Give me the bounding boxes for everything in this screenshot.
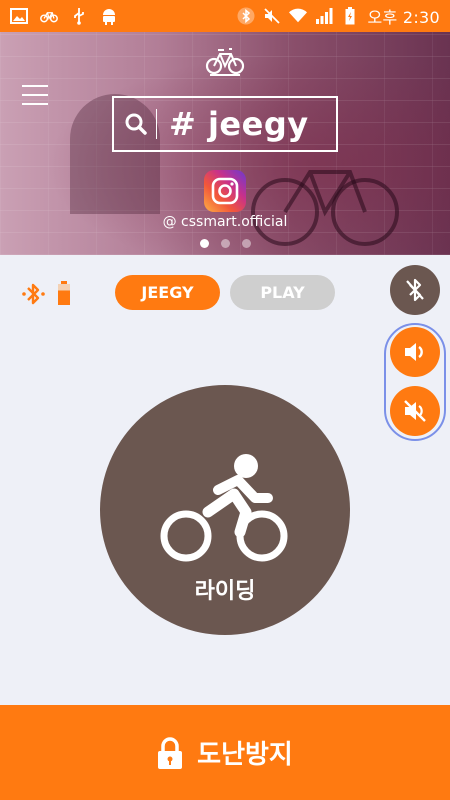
status-left-icons bbox=[10, 7, 118, 25]
bluetooth-off-button[interactable] bbox=[390, 265, 440, 315]
menu-line bbox=[22, 85, 48, 87]
tab-play[interactable]: PLAY bbox=[230, 275, 335, 310]
usb-icon bbox=[70, 7, 88, 25]
cyclist-icon bbox=[160, 454, 288, 562]
signal-icon bbox=[315, 7, 333, 25]
bluetooth-disabled-icon bbox=[406, 278, 424, 302]
search-divider bbox=[156, 109, 157, 139]
carousel-dot[interactable] bbox=[199, 239, 209, 248]
hashtag-search-box[interactable]: # jeegy bbox=[112, 96, 338, 152]
instagram-icon[interactable] bbox=[204, 170, 246, 212]
riding-label: 라이딩 bbox=[194, 579, 256, 604]
mute-icon bbox=[263, 7, 281, 25]
clock: 오후 2:30 bbox=[367, 8, 440, 27]
menu-button[interactable] bbox=[22, 85, 48, 105]
anti-theft-button[interactable]: 도난방지 bbox=[0, 705, 450, 800]
search-icon bbox=[125, 113, 147, 135]
device-battery-icon bbox=[58, 281, 70, 305]
carousel-dot[interactable] bbox=[220, 239, 230, 248]
bike-icon bbox=[40, 7, 58, 25]
anti-theft-label: 도난방지 bbox=[197, 740, 293, 770]
carousel-dot[interactable] bbox=[241, 239, 251, 248]
android-icon bbox=[100, 7, 118, 25]
volume-mute-icon bbox=[404, 400, 426, 422]
hero-banner[interactable]: # jeegy @ cssmart.official bbox=[0, 32, 450, 255]
hashtag-text: # jeegy bbox=[169, 105, 309, 143]
bluetooth-icon bbox=[237, 7, 255, 25]
menu-line bbox=[22, 103, 48, 105]
instagram-handle[interactable]: @ cssmart.official bbox=[0, 214, 450, 230]
carousel-indicator bbox=[0, 239, 450, 248]
sound-off-button[interactable] bbox=[390, 386, 440, 436]
status-bar: 오후 2:30 bbox=[0, 0, 450, 32]
image-icon bbox=[10, 7, 28, 25]
hero-bike-photo bbox=[251, 170, 399, 246]
logo-underline bbox=[210, 74, 240, 76]
riding-button[interactable]: 라이딩 bbox=[100, 385, 350, 635]
wifi-icon bbox=[289, 7, 308, 25]
menu-line bbox=[22, 94, 48, 96]
lock-icon bbox=[158, 736, 183, 769]
sound-on-button[interactable] bbox=[390, 327, 440, 377]
bike-logo-icon bbox=[205, 48, 245, 75]
battery-icon bbox=[341, 7, 359, 25]
tab-jeegy[interactable]: JEEGY bbox=[115, 275, 220, 310]
volume-up-icon bbox=[405, 343, 423, 361]
status-right-icons: 오후 2:30 bbox=[237, 4, 440, 28]
bluetooth-status-icon bbox=[22, 283, 45, 305]
